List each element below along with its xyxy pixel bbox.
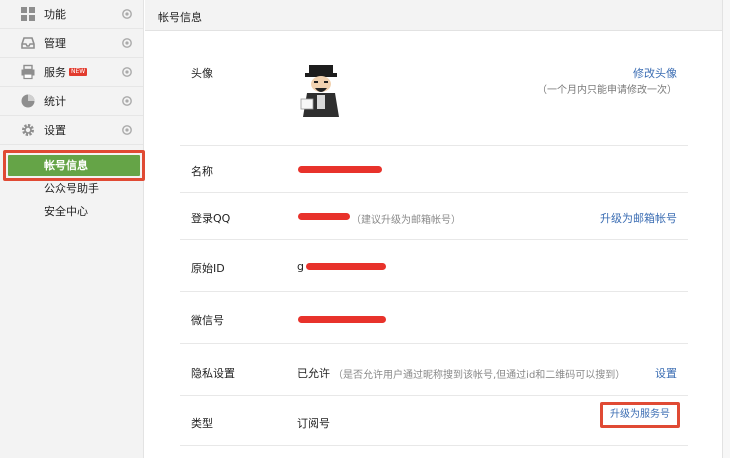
redacted-original-id bbox=[306, 263, 386, 270]
name-row: 名称 bbox=[180, 146, 688, 193]
sidebar-item-security-center[interactable]: 安全中心 bbox=[0, 200, 143, 223]
page-header: 帐号信息 bbox=[145, 0, 723, 31]
change-avatar-link[interactable]: 修改头像 bbox=[633, 65, 677, 81]
new-badge: NEW bbox=[69, 68, 88, 76]
privacy-settings-link[interactable]: 设置 bbox=[655, 365, 677, 381]
expand-toggle-icon[interactable] bbox=[122, 38, 132, 48]
expand-toggle-icon[interactable] bbox=[122, 96, 132, 106]
inbox-icon bbox=[21, 37, 35, 49]
nav-group-features[interactable]: 功能 bbox=[0, 0, 143, 29]
scrollbar[interactable] bbox=[723, 0, 730, 458]
nav-group-label: 设置 bbox=[44, 124, 66, 137]
avatar[interactable] bbox=[297, 63, 345, 121]
login-qq-note: （建议升级为邮箱帐号） bbox=[351, 215, 461, 226]
privacy-label: 隐私设置 bbox=[191, 367, 235, 380]
type-value: 订阅号 bbox=[297, 417, 330, 430]
nav-group-service[interactable]: 服务 NEW bbox=[0, 58, 143, 87]
name-label: 名称 bbox=[191, 165, 213, 178]
nav-group-label: 管理 bbox=[44, 37, 66, 50]
nav-group-label: 功能 bbox=[44, 8, 66, 21]
sidebar-item-account-info[interactable]: 帐号信息 bbox=[8, 155, 140, 176]
original-id-row: 原始ID g bbox=[180, 240, 688, 292]
page-title: 帐号信息 bbox=[158, 11, 202, 24]
type-row: 类型 订阅号 升级为服务号 bbox=[180, 396, 688, 446]
nav-group-manage[interactable]: 管理 bbox=[0, 29, 143, 58]
login-qq-label: 登录QQ bbox=[191, 212, 231, 225]
printer-icon bbox=[21, 64, 35, 80]
redacted-qq bbox=[298, 213, 350, 220]
nav-group-label: 统计 bbox=[44, 95, 66, 108]
avatar-row: 头像 修改头像 （一个月内只能申请修改一次） bbox=[180, 45, 688, 146]
nav-group-label: 服务 bbox=[44, 66, 66, 79]
nav-group-settings[interactable]: 设置 bbox=[0, 116, 143, 145]
original-id-value: g bbox=[297, 260, 304, 273]
redacted-wechat-id bbox=[298, 316, 386, 323]
wechat-id-label: 微信号 bbox=[191, 314, 224, 327]
privacy-row: 隐私设置 已允许 （是否允许用户通过昵称搜到该帐号,但通过id和二维码可以搜到）… bbox=[180, 344, 688, 396]
upgrade-email-link[interactable]: 升级为邮箱帐号 bbox=[600, 210, 677, 226]
type-label: 类型 bbox=[191, 417, 213, 430]
account-panel: 头像 修改头像 （一个月内只能申请修改一次） 名称 登录QQ （建议升级为邮箱帐… bbox=[145, 31, 723, 458]
sidebar: 功能 管理 服务 NEW 统计 设置 公众号助手 安全中心 帐号信息 bbox=[0, 0, 145, 458]
wechat-id-row: 微信号 bbox=[180, 292, 688, 344]
privacy-value: 已允许 bbox=[297, 367, 330, 380]
expand-toggle-icon[interactable] bbox=[122, 67, 132, 77]
nav-group-stats[interactable]: 统计 bbox=[0, 87, 143, 116]
original-id-label: 原始ID bbox=[191, 262, 225, 275]
redacted-name bbox=[298, 166, 382, 173]
highlight-box: 帐号信息 bbox=[3, 150, 145, 181]
main-content: 帐号信息 头像 修改头像 （一个月内只能申请修改一次） 名称 登录QQ （建议升… bbox=[145, 0, 730, 458]
expand-toggle-icon[interactable] bbox=[122, 125, 132, 135]
gear-icon bbox=[22, 124, 34, 136]
privacy-note: （是否允许用户通过昵称搜到该帐号,但通过id和二维码可以搜到） bbox=[333, 370, 626, 381]
avatar-note: （一个月内只能申请修改一次） bbox=[537, 85, 677, 96]
upgrade-service-button[interactable]: 升级为服务号 bbox=[600, 402, 680, 428]
grid-icon bbox=[21, 7, 35, 21]
pie-chart-icon bbox=[21, 94, 35, 108]
login-qq-row: 登录QQ （建议升级为邮箱帐号） 升级为邮箱帐号 bbox=[180, 193, 688, 240]
expand-toggle-icon[interactable] bbox=[122, 9, 132, 19]
avatar-label: 头像 bbox=[191, 67, 213, 80]
